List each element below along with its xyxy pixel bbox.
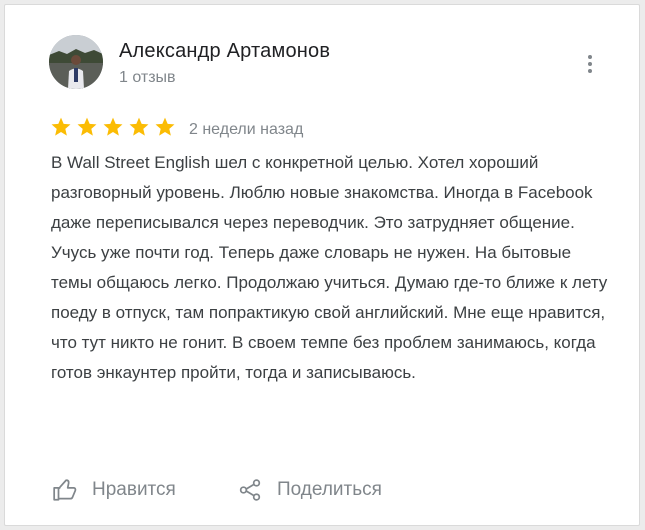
review-count: 1 отзыв [119, 69, 176, 86]
star-rating [50, 115, 180, 139]
star-icon [103, 117, 123, 136]
thumb-up-icon [53, 479, 77, 501]
review-date: 2 недели назад [189, 121, 304, 138]
like-label: Нравится [92, 479, 176, 500]
author-name[interactable]: Александр Артамонов [119, 40, 330, 63]
review-text: В Wall Street English шел с конкретной ц… [51, 153, 608, 382]
more-vert-icon [588, 55, 592, 73]
share-button[interactable]: Поделиться [237, 475, 382, 505]
more-options-button[interactable] [580, 50, 600, 78]
avatar[interactable] [49, 35, 103, 89]
review-card: Александр Артамонов 1 отзыв 2 недели наз… [4, 4, 640, 526]
star-icon [129, 117, 149, 136]
share-label: Поделиться [277, 479, 382, 500]
star-icon [155, 117, 175, 136]
star-icon [77, 117, 97, 136]
share-icon [239, 479, 261, 501]
star-icon [51, 117, 71, 136]
like-button[interactable]: Нравится [52, 475, 176, 505]
